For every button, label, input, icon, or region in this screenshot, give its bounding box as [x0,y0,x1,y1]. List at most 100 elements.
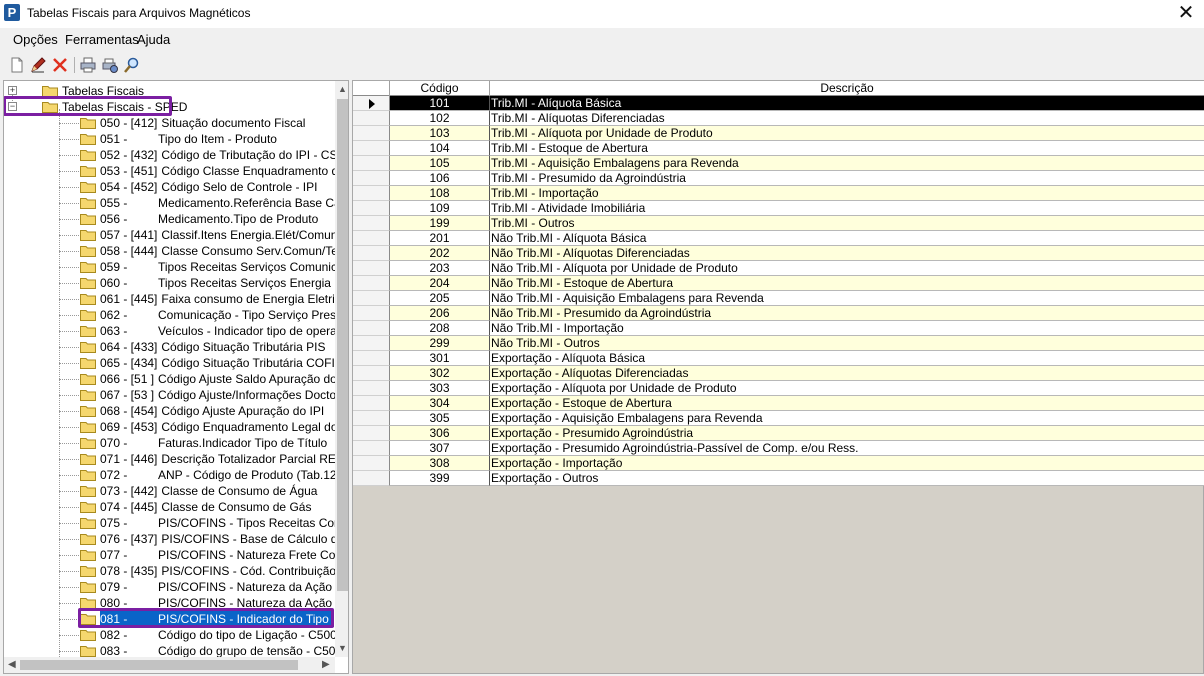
table-row[interactable]: 201 Não Trib.MI - Alíquota Básica [353,231,1204,246]
cell-codigo[interactable]: 202 [390,246,490,261]
table-row[interactable]: 307 Exportação - Presumido Agroindústria-… [353,441,1204,456]
cell-codigo[interactable]: 203 [390,261,490,276]
cell-descricao[interactable]: Exportação - Estoque de Abertura [490,396,1204,411]
cell-descricao[interactable]: Não Trib.MI - Aquisição Embalagens para … [490,291,1204,306]
menu-opcoes[interactable]: Opções [13,32,58,47]
tree-item[interactable]: 073 - [442] Classe de Consumo de Água [59,483,334,499]
tree-item[interactable]: 066 - [51 ] Código Ajuste Saldo Apuração … [59,371,348,387]
cell-descricao[interactable]: Trib.MI - Presumido da Agroindústria [490,171,1204,186]
row-indicator[interactable] [353,321,390,336]
cell-codigo[interactable]: 204 [390,276,490,291]
tree-item[interactable]: 068 - [454] Código Ajuste Apuração do IPI [59,403,334,419]
table-row[interactable]: 306 Exportação - Presumido Agroindústria [353,426,1204,441]
cell-descricao[interactable]: Não Trib.MI - Alíquotas Diferenciadas [490,246,1204,261]
table-row[interactable]: 208 Não Trib.MI - Importação [353,321,1204,336]
table-row[interactable]: 105 Trib.MI - Aquisição Embalagens para R… [353,156,1204,171]
cell-descricao[interactable]: Não Trib.MI - Alíquota Básica [490,231,1204,246]
table-row[interactable]: 305 Exportação - Aquisição Embalagens par… [353,411,1204,426]
close-icon[interactable]: ✕ [1176,2,1196,24]
tree-item[interactable]: 059 - Tipos Receitas Serviços Comunicaçã [59,259,348,275]
table-row[interactable]: 199 Trib.MI - Outros [353,216,1204,231]
cell-codigo[interactable]: 304 [390,396,490,411]
table-row[interactable]: 304 Exportação - Estoque de Abertura [353,396,1204,411]
tree-item[interactable]: 078 - [435] PIS/COFINS - Cód. Contribuiçã… [59,563,348,579]
row-indicator[interactable] [353,261,390,276]
cell-descricao[interactable]: Trib.MI - Alíquotas Diferenciadas [490,111,1204,126]
cell-descricao[interactable]: Trib.MI - Alíquota por Unidade de Produt… [490,126,1204,141]
row-indicator[interactable] [353,381,390,396]
cell-codigo[interactable]: 109 [390,201,490,216]
tree-item[interactable]: 076 - [437] PIS/COFINS - Base de Cálculo … [59,531,348,547]
cell-descricao[interactable]: Exportação - Alíquota Básica [490,351,1204,366]
cell-codigo[interactable]: 305 [390,411,490,426]
cell-descricao[interactable]: Exportação - Importação [490,456,1204,471]
table-row[interactable]: 202 Não Trib.MI - Alíquotas Diferenciadas [353,246,1204,261]
row-indicator[interactable] [353,171,390,186]
scroll-thumb[interactable] [20,660,298,670]
row-indicator[interactable] [353,351,390,366]
scroll-right-icon[interactable]: ▶ [322,659,330,670]
table-row[interactable]: 204 Não Trib.MI - Estoque de Abertura [353,276,1204,291]
cell-descricao[interactable]: Não Trib.MI - Presumido da Agroindústria [490,306,1204,321]
tree-item[interactable]: 058 - [444] Classe Consumo Serv.Comun/Tel… [59,243,348,259]
print-icon[interactable] [79,56,97,74]
row-indicator[interactable] [353,246,390,261]
tree-item[interactable]: 075 - PIS/COFINS - Tipos Receitas Comun [59,515,348,531]
menu-ferramentas[interactable]: Ferramentas [65,32,139,47]
tree-item[interactable]: 054 - [452] Código Selo de Controle - IPI [59,179,334,195]
cell-descricao[interactable]: Trib.MI - Atividade Imobiliária [490,201,1204,216]
cell-codigo[interactable]: 302 [390,366,490,381]
tree-item[interactable]: 062 - Comunicação - Tipo Serviço Prestado [59,307,348,323]
cell-descricao[interactable]: Exportação - Outros [490,471,1204,486]
row-indicator[interactable] [353,201,390,216]
row-indicator[interactable] [353,456,390,471]
row-indicator[interactable] [353,336,390,351]
table-row[interactable]: 101 Trib.MI - Alíquota Básica [353,96,1204,111]
table-row[interactable]: 302 Exportação - Alíquotas Diferenciadas [353,366,1204,381]
tree-item[interactable]: 063 - Veículos - Indicador tipo de operaç… [59,323,348,339]
row-indicator[interactable] [353,111,390,126]
tree-item[interactable]: 082 - Código do tipo de Ligação - C500 (S… [59,627,348,643]
row-indicator[interactable] [353,156,390,171]
tree-item[interactable]: 051 - Tipo do Item - Produto [59,131,334,147]
row-indicator[interactable] [353,306,390,321]
cell-codigo[interactable]: 206 [390,306,490,321]
cell-codigo[interactable]: 208 [390,321,490,336]
tree-item[interactable]: 071 - [446] Descrição Totalizador Parcial… [59,451,348,467]
tree-item[interactable]: 055 - Medicamento.Referência Base Cálcu [59,195,348,211]
cell-descricao[interactable]: Exportação - Aquisição Embalagens para R… [490,411,1204,426]
menu-ajuda[interactable]: Ajuda [137,32,170,47]
cell-codigo[interactable]: 303 [390,381,490,396]
cell-codigo[interactable]: 306 [390,426,490,441]
row-indicator[interactable] [353,426,390,441]
cell-descricao[interactable]: Exportação - Presumido Agroindústria-Pas… [490,441,1204,456]
cell-descricao[interactable]: Não Trib.MI - Importação [490,321,1204,336]
cell-codigo[interactable]: 101 [390,96,490,111]
table-row[interactable]: 399 Exportação - Outros [353,471,1204,486]
table-row[interactable]: 108 Trib.MI - Importação [353,186,1204,201]
tree-item[interactable]: 074 - [445] Classe de Consumo de Gás [59,499,334,515]
table-row[interactable]: 103 Trib.MI - Alíquota por Unidade de Pro… [353,126,1204,141]
delete-icon[interactable] [51,56,69,74]
cell-descricao[interactable]: Trib.MI - Outros [490,216,1204,231]
row-indicator[interactable] [353,141,390,156]
expand-icon[interactable]: + [8,86,17,95]
table-row[interactable]: 299 Não Trib.MI - Outros [353,336,1204,351]
row-indicator[interactable] [353,366,390,381]
tree-item[interactable]: 050 - [412] Situação documento Fiscal [59,115,334,131]
row-indicator[interactable] [353,291,390,306]
cell-codigo[interactable]: 105 [390,156,490,171]
table-row[interactable]: 102 Trib.MI - Alíquotas Diferenciadas [353,111,1204,126]
table-row[interactable]: 104 Trib.MI - Estoque de Abertura [353,141,1204,156]
row-indicator[interactable] [353,126,390,141]
row-indicator[interactable] [353,216,390,231]
cell-descricao[interactable]: Exportação - Alíquotas Diferenciadas [490,366,1204,381]
table-row[interactable]: 205 Não Trib.MI - Aquisição Embalagens pa… [353,291,1204,306]
table-row[interactable]: 308 Exportação - Importação [353,456,1204,471]
tree-item[interactable]: 061 - [445] Faixa consumo de Energia Elet… [59,291,347,307]
cell-descricao[interactable]: Trib.MI - Estoque de Abertura [490,141,1204,156]
cell-codigo[interactable]: 104 [390,141,490,156]
scroll-up-icon[interactable]: ▲ [338,84,347,94]
search-icon[interactable] [123,56,141,74]
scroll-thumb[interactable] [337,99,348,591]
